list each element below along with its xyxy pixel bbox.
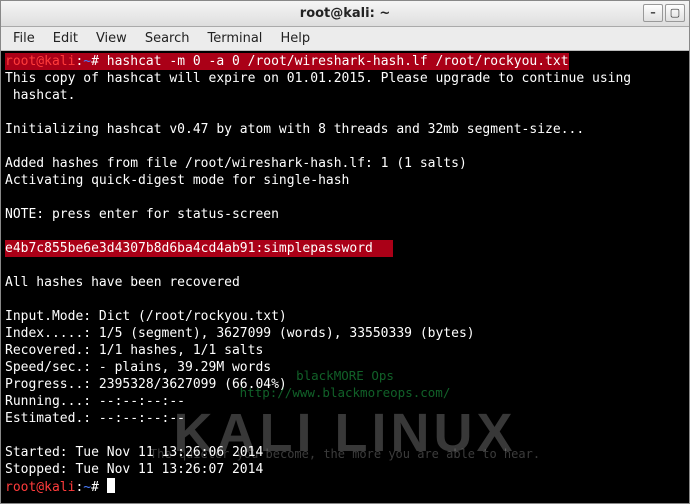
output-line: This copy of hashcat will expire on 01.0… [5,70,685,87]
prompt-hash: # [91,480,99,495]
output-line: Running...: --:--:--:-- [5,393,685,410]
output-blank [5,138,685,155]
output-blank [5,223,685,240]
menu-file[interactable]: File [5,29,43,48]
menu-help[interactable]: Help [272,29,318,48]
cracked-hash: e4b7c855be6e3d4307b8d6ba4cd4ab91:simplep… [5,240,393,257]
output-blank [5,189,685,206]
output-line: Added hashes from file /root/wireshark-h… [5,155,685,172]
output-line: Estimated.: --:--:--:-- [5,410,685,427]
cursor-icon [107,478,115,493]
prompt-hash: # [91,54,99,69]
output-line: Stopped: Tue Nov 11 13:26:07 2014 [5,461,685,478]
output-line: Recovered.: 1/1 hashes, 1/1 salts [5,342,685,359]
output-line: hashcat. [5,87,685,104]
prompt-line-2: root@kali:~# [5,478,685,496]
prompt-path: ~ [83,480,91,495]
prompt-path: ~ [83,54,91,69]
terminal-content: root@kali:~# hashcat -m 0 -a 0 /root/wir… [5,53,685,496]
output-line: Speed/sec.: - plains, 39.29M words [5,359,685,376]
output-line: All hashes have been recovered [5,274,685,291]
output-line: Initializing hashcat v0.47 by atom with … [5,121,685,138]
terminal-area[interactable]: blackMORE Ops http://www.blackmoreops.co… [1,51,689,503]
menubar: File Edit View Search Terminal Help [1,27,689,51]
minimize-button[interactable]: – [643,4,663,22]
window-controls: – ▢ [643,4,685,22]
titlebar: root@kali: ~ – ▢ [1,1,689,27]
output-line: Input.Mode: Dict (/root/rockyou.txt) [5,308,685,325]
window-title: root@kali: ~ [300,6,390,21]
menu-search[interactable]: Search [137,29,198,48]
output-line: Activating quick-digest mode for single-… [5,172,685,189]
output-blank [5,257,685,274]
maximize-button[interactable]: ▢ [665,4,685,22]
output-blank [5,291,685,308]
output-line: NOTE: press enter for status-screen [5,206,685,223]
output-blank [5,427,685,444]
terminal-window: root@kali: ~ – ▢ File Edit View Search T… [0,0,690,504]
menu-edit[interactable]: Edit [45,29,86,48]
cracked-hash-line: e4b7c855be6e3d4307b8d6ba4cd4ab91:simplep… [5,240,685,257]
output-blank [5,104,685,121]
prompt-userhost: root@kali [5,54,75,69]
output-line: Started: Tue Nov 11 13:26:06 2014 [5,444,685,461]
command-text: hashcat -m 0 -a 0 /root/wireshark-hash.l… [107,54,569,69]
menu-terminal[interactable]: Terminal [199,29,270,48]
menu-view[interactable]: View [88,29,135,48]
prompt-userhost: root@kali [5,480,75,495]
prompt-line-1: root@kali:~# hashcat -m 0 -a 0 /root/wir… [5,53,685,70]
output-line: Progress..: 2395328/3627099 (66.04%) [5,376,685,393]
output-line: Index.....: 1/5 (segment), 3627099 (word… [5,325,685,342]
